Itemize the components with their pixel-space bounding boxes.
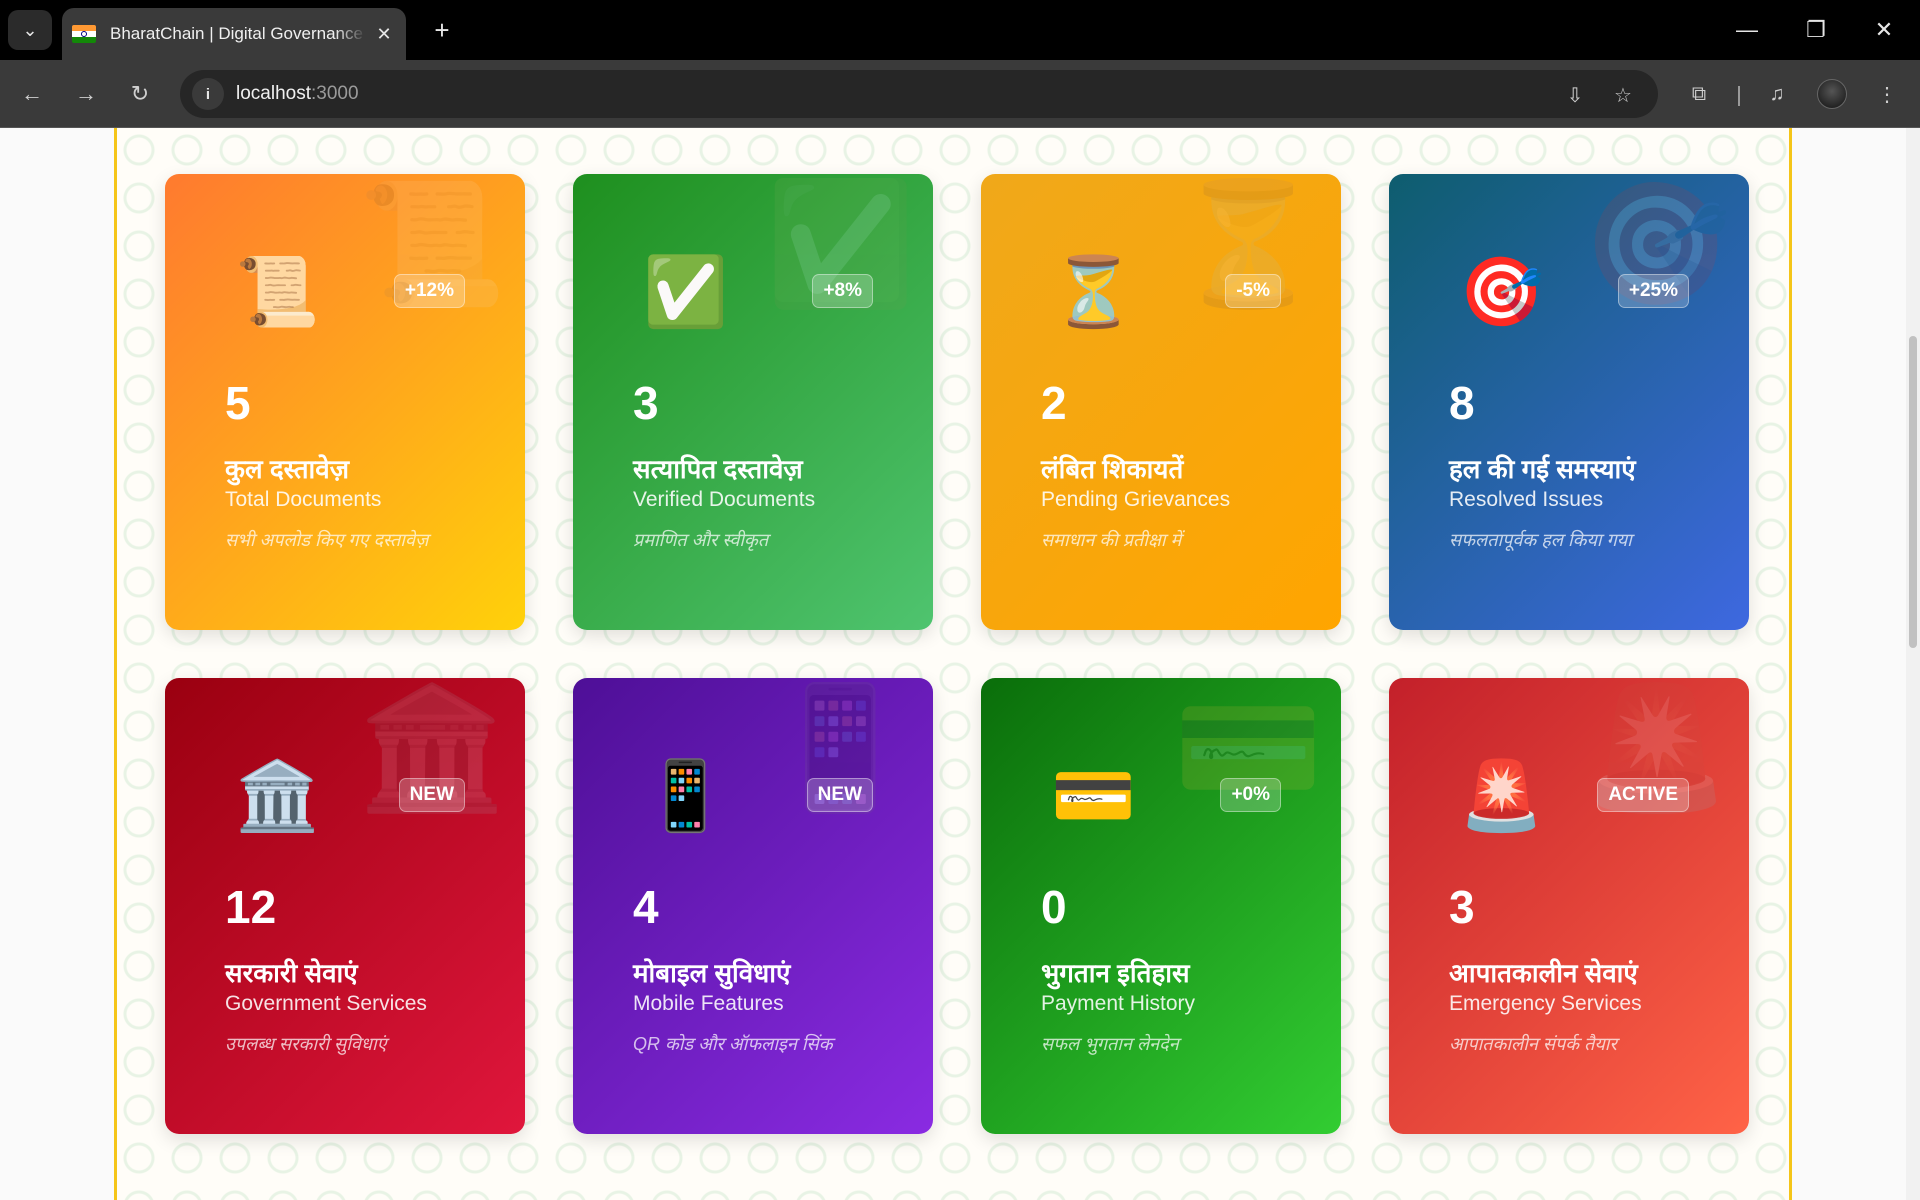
stat-title-english: Emergency Services	[1449, 992, 1642, 1015]
check-icon: ✅	[643, 254, 728, 330]
stat-title-english: Payment History	[1041, 992, 1196, 1015]
siren-icon: 🚨	[1459, 758, 1544, 834]
stat-badge: +8%	[812, 274, 873, 308]
stat-title-english: Total Documents	[225, 488, 382, 511]
hourglass-icon: ⏳	[1051, 254, 1136, 330]
stat-value: 3	[1449, 881, 1475, 933]
stat-card[interactable]: ⏳ ⏳ -5% 2 लंबित शिकायतें Pending Grievances सम…	[981, 174, 1341, 630]
back-icon[interactable]: ←	[12, 74, 52, 114]
stat-badge: NEW	[398, 778, 465, 812]
stat-badge: +0%	[1220, 778, 1281, 812]
bookmark-star-icon[interactable]: ☆	[1608, 80, 1638, 110]
url-text[interactable]: localhost:3000	[236, 83, 359, 105]
stat-value: 4	[633, 881, 659, 933]
media-control-icon[interactable]: ♫	[1761, 78, 1793, 110]
stat-value: 12	[225, 881, 277, 933]
stat-description: आपातकालीन संपर्क तैयार	[1449, 1034, 1617, 1054]
stat-title-hindi: कुल दस्तावेज़	[225, 454, 350, 484]
stat-card[interactable]: 📜 📜 +12% 5 कुल दस्तावेज़ Total Documents सभी अ…	[165, 174, 525, 630]
stat-title-hindi: हल की गई समस्याएं	[1449, 454, 1636, 484]
stat-description: QR कोड और ऑफलाइन सिंक	[633, 1034, 833, 1054]
stat-value: 0	[1041, 881, 1067, 933]
stat-title-english: Resolved Issues	[1449, 488, 1604, 511]
stat-badge: +12%	[393, 274, 465, 308]
browser-tabbar: ⌄ BharatChain | Digital Governance ✕ + —…	[0, 0, 1920, 60]
stat-card[interactable]: 🎯 🎯 +25% 8 हल की गई समस्याएं Resolved Issues स…	[1389, 174, 1749, 630]
stat-description: सफलतापूर्वक हल किया गया	[1449, 530, 1632, 550]
stat-title-hindi: भुगतान इतिहास	[1041, 958, 1190, 988]
stat-card[interactable]: 🏛️ 🏛️ NEW 12 सरकारी सेवाएं Government Service…	[165, 678, 525, 1134]
stats-container: 📜 📜 +12% 5 कुल दस्तावेज़ Total Documents सभी अ…	[114, 128, 1792, 1200]
stat-value: 3	[633, 377, 659, 429]
stat-title-hindi: सत्यापित दस्तावेज़	[633, 454, 803, 484]
stat-value: 8	[1449, 377, 1475, 429]
stat-card[interactable]: 🚨 🚨 ACTIVE 3 आपातकालीन सेवाएं Emergency Servi…	[1389, 678, 1749, 1134]
stat-description: सफल भुगतान लेनदेन	[1041, 1034, 1179, 1054]
profile-avatar[interactable]	[1817, 79, 1847, 109]
stat-title-english: Verified Documents	[633, 488, 816, 511]
forward-icon[interactable]: →	[66, 74, 106, 114]
stat-badge: -5%	[1225, 274, 1281, 308]
stat-title-english: Mobile Features	[633, 992, 784, 1015]
stat-badge: ACTIVE	[1597, 778, 1689, 812]
scroll-icon: 📜	[235, 254, 320, 330]
stat-card[interactable]: 💳 💳 +0% 0 भुगतान इतिहास Payment History सफल भु…	[981, 678, 1341, 1134]
new-tab-button[interactable]: +	[424, 12, 460, 48]
credit-card-icon: 💳	[1051, 758, 1136, 834]
mobile-icon: 📱	[643, 758, 728, 834]
site-info-icon[interactable]: i	[192, 78, 224, 110]
stat-title-hindi: लंबित शिकायतें	[1041, 454, 1184, 484]
install-app-icon[interactable]: ⇩	[1560, 80, 1590, 110]
minimize-icon[interactable]: —	[1717, 10, 1777, 50]
stat-description: प्रमाणित और स्वीकृत	[633, 530, 769, 550]
stat-card[interactable]: 📱 📱 NEW 4 मोबाइल सुविधाएं Mobile Features QR क…	[573, 678, 933, 1134]
extensions-icon[interactable]: ⧉	[1683, 78, 1715, 110]
stat-title-english: Pending Grievances	[1041, 488, 1231, 511]
stat-badge: NEW	[806, 778, 873, 812]
stat-description: समाधान की प्रतीक्षा में	[1041, 530, 1182, 550]
stat-description: उपलब्ध सरकारी सुविधाएं	[225, 1034, 387, 1054]
close-window-icon[interactable]: ✕	[1854, 10, 1914, 50]
restore-icon[interactable]: ❐	[1786, 10, 1846, 50]
stat-badge: +25%	[1617, 274, 1689, 308]
stat-value: 5	[225, 377, 251, 429]
menu-kebab-icon[interactable]: ⋮	[1871, 78, 1903, 110]
page-scrollbar[interactable]	[1906, 128, 1920, 1200]
reload-icon[interactable]: ↻	[120, 74, 160, 114]
bank-icon: 🏛️	[235, 758, 320, 834]
scrollbar-thumb[interactable]	[1909, 336, 1917, 648]
stat-card[interactable]: ✅ ✅ +8% 3 सत्यापित दस्तावेज़ Verified Documen…	[573, 174, 933, 630]
browser-toolbar: ← → ↻ i localhost:3000 ⇩ ☆ ⧉ ♫ ⋮	[0, 60, 1920, 128]
tab-close-icon[interactable]: ✕	[374, 24, 394, 45]
toolbar-separator	[1738, 86, 1740, 106]
stat-description: सभी अपलोड किए गए दस्तावेज़	[225, 530, 429, 550]
browser-tab[interactable]: BharatChain | Digital Governance ✕	[62, 8, 406, 60]
india-flag-icon	[72, 25, 96, 43]
stat-value: 2	[1041, 377, 1067, 429]
stat-title-hindi: सरकारी सेवाएं	[225, 958, 358, 988]
tab-title: BharatChain | Digital Governance	[110, 24, 363, 43]
stat-title-english: Government Services	[225, 992, 427, 1015]
stat-title-hindi: मोबाइल सुविधाएं	[633, 958, 791, 988]
stat-title-hindi: आपातकालीन सेवाएं	[1449, 958, 1638, 988]
tab-search-button[interactable]: ⌄	[8, 10, 52, 50]
target-icon: 🎯	[1459, 254, 1544, 330]
page-viewport: 📜 📜 +12% 5 कुल दस्तावेज़ Total Documents सभी अ…	[0, 128, 1906, 1200]
address-bar[interactable]: i localhost:3000 ⇩ ☆	[180, 70, 1658, 118]
